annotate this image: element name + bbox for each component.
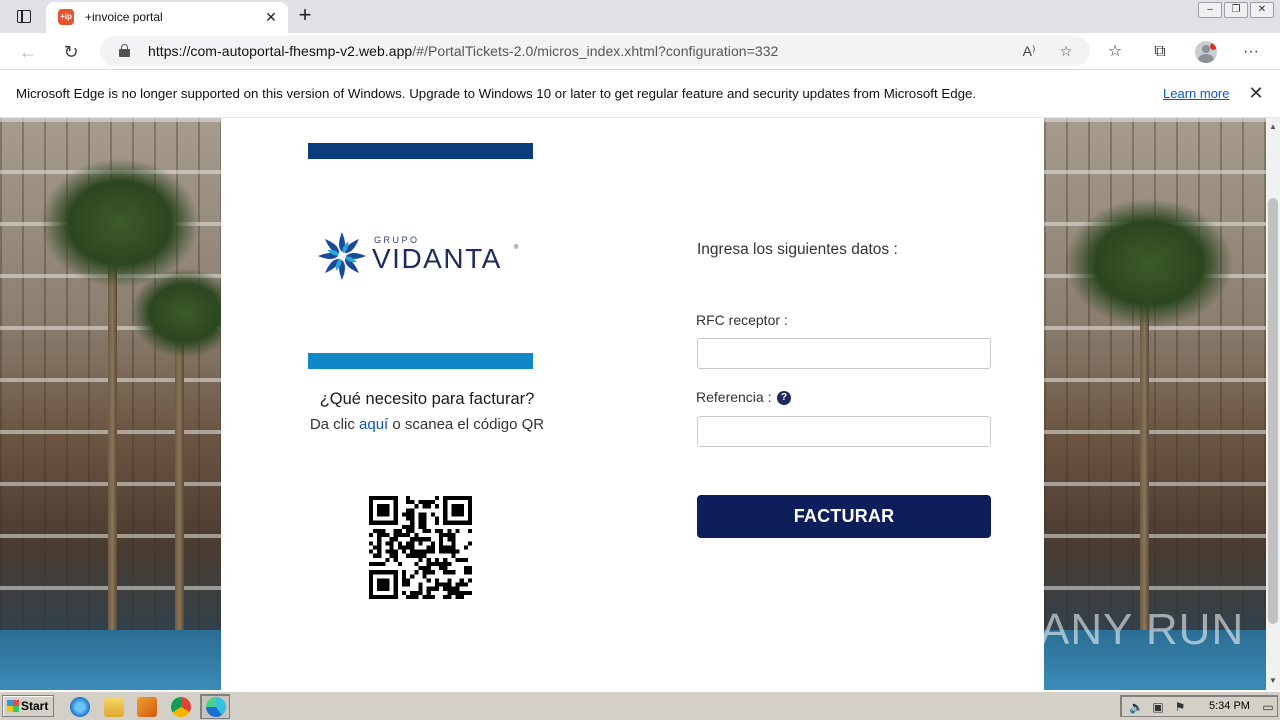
tab-strip: +ip +invoice portal ✕ + – ❐ ✕ xyxy=(0,0,1280,33)
url-path: /#/PortalTickets-2.0/micros_index.xhtml?… xyxy=(412,43,779,59)
decorative-bar-top xyxy=(308,143,533,159)
invoice-card: GRUPO VIDANTA ® ¿Qué necesito para factu… xyxy=(221,118,1044,690)
infobar-close-icon[interactable]: ✕ xyxy=(1246,83,1266,103)
close-window-button[interactable]: ✕ xyxy=(1250,2,1274,18)
minimize-button[interactable]: – xyxy=(1198,2,1222,18)
page-viewport: GRUPO VIDANTA ® ¿Qué necesito para factu… xyxy=(0,118,1266,690)
here-link[interactable]: aquí xyxy=(359,416,388,433)
logo-brand-text: VIDANTA xyxy=(372,243,502,274)
billing-question: ¿Qué necesito para facturar? xyxy=(319,390,535,408)
rfc-label: RFC receptor : xyxy=(696,312,788,328)
tab-actions-icon xyxy=(17,9,31,23)
help-icon[interactable]: ? xyxy=(777,391,791,405)
learn-more-link[interactable]: Learn more xyxy=(1163,86,1229,101)
scroll-down-icon[interactable]: ▼ xyxy=(1266,674,1280,688)
folder-icon[interactable] xyxy=(104,697,124,717)
scroll-thumb[interactable] xyxy=(1268,198,1278,624)
read-aloud-icon[interactable]: A⁾ xyxy=(1019,41,1039,61)
form-heading: Ingresa los siguientes datos : xyxy=(697,241,898,258)
tab-title: +invoice portal xyxy=(85,10,163,24)
edge-icon xyxy=(206,697,226,717)
vertical-scrollbar[interactable]: ▲ ▼ xyxy=(1266,118,1280,690)
browser-tab[interactable]: +ip +invoice portal ✕ xyxy=(46,2,288,33)
background-photo-left xyxy=(0,118,221,690)
profile-alert-dot xyxy=(1210,43,1217,50)
clock: 5:34 PM xyxy=(1209,700,1250,712)
tab-close-icon[interactable]: ✕ xyxy=(262,8,280,26)
window-controls: – ❐ ✕ xyxy=(1196,2,1274,18)
url-host: https://com-autoportal-fhesmp-v2.web.app xyxy=(148,43,413,59)
vidanta-star-icon xyxy=(318,232,366,280)
show-desktop-icon[interactable]: ▭ xyxy=(1261,700,1275,714)
reference-label: Referencia : xyxy=(696,389,772,405)
logo-registered-mark: ® xyxy=(514,245,519,251)
instructions-suffix: o scanea el código QR xyxy=(388,416,545,433)
favorites-icon[interactable]: ☆ xyxy=(1102,39,1128,65)
network-icon[interactable]: ▣ xyxy=(1151,700,1165,714)
new-tab-button[interactable]: + xyxy=(293,4,317,28)
qr-code xyxy=(369,496,472,599)
toolbar: ← ↻ https://com-autoportal-fhesmp-v2.web… xyxy=(0,33,1280,70)
edge-taskbar-button[interactable] xyxy=(200,694,230,719)
anyrun-watermark: ANY RUN xyxy=(1040,605,1245,654)
address-bar[interactable]: https://com-autoportal-fhesmp-v2.web.app… xyxy=(100,36,1090,66)
restore-button[interactable]: ❐ xyxy=(1224,2,1248,18)
lock-icon[interactable] xyxy=(119,44,130,57)
windows-flag-icon xyxy=(7,700,19,712)
collections-icon[interactable]: ⧉ xyxy=(1147,39,1173,65)
taskbar: Start 🔈 ▣ ⚑ 5:34 PM ▭ xyxy=(0,690,1280,720)
media-player-icon[interactable] xyxy=(137,697,157,717)
ie-icon[interactable] xyxy=(70,697,90,717)
rfc-input[interactable] xyxy=(697,338,991,369)
add-favorite-icon[interactable]: ☆ xyxy=(1056,41,1076,61)
volume-icon[interactable]: 🔈 xyxy=(1129,700,1144,714)
unsupported-os-infobar: Microsoft Edge is no longer supported on… xyxy=(0,71,1280,118)
billing-instructions: Da clic aquí o scanea el código QR xyxy=(221,416,633,433)
more-menu-icon[interactable]: ··· xyxy=(1238,39,1264,65)
decorative-bar-middle xyxy=(308,353,533,369)
start-button[interactable]: Start xyxy=(2,695,54,717)
flag-icon[interactable]: ⚑ xyxy=(1173,700,1187,714)
url-text[interactable]: https://com-autoportal-fhesmp-v2.web.app… xyxy=(148,43,778,59)
infobar-message: Microsoft Edge is no longer supported on… xyxy=(16,86,977,101)
back-button[interactable]: ← xyxy=(16,40,40,64)
reference-input[interactable] xyxy=(697,416,991,447)
vidanta-logo: GRUPO VIDANTA ® xyxy=(316,230,526,282)
start-label: Start xyxy=(21,699,49,713)
system-tray: 🔈 ▣ ⚑ 5:34 PM ▭ xyxy=(1120,695,1278,717)
chrome-icon[interactable] xyxy=(171,697,191,717)
facturar-button[interactable]: FACTURAR xyxy=(697,495,991,538)
favicon-icon: +ip xyxy=(58,9,74,25)
profile-avatar[interactable] xyxy=(1195,41,1217,63)
instructions-prefix: Da clic xyxy=(309,416,360,433)
tab-actions-button[interactable] xyxy=(10,6,38,26)
refresh-button[interactable]: ↻ xyxy=(59,40,83,64)
scroll-up-icon[interactable]: ▲ xyxy=(1266,120,1280,134)
